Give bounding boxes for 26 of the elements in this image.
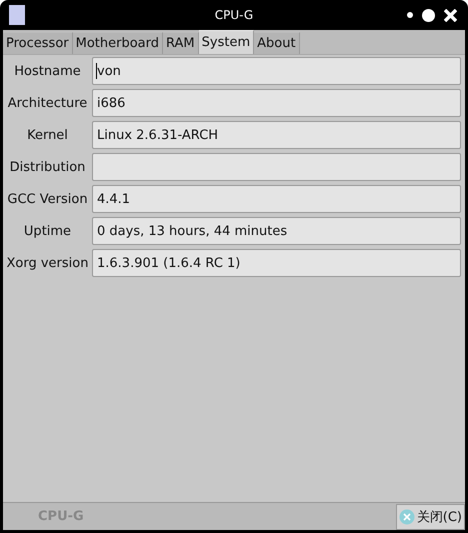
text-field[interactable]: 4.4.1 [92, 185, 461, 213]
tab[interactable]: System [198, 30, 254, 54]
close-icon [398, 508, 415, 524]
field-label: Hostname [13, 64, 82, 78]
window-title: CPU-G [214, 8, 254, 22]
text-field[interactable]: von [92, 57, 461, 85]
text-field[interactable]: 0 days, 13 hours, 44 minutes [92, 217, 461, 245]
text-field[interactable]: Linux 2.6.31-ARCH [92, 121, 461, 149]
document-icon [9, 5, 25, 25]
tab[interactable]: About [254, 32, 300, 54]
field-label: Xorg version [6, 256, 90, 270]
tab[interactable]: Motherboard [72, 32, 164, 54]
tab[interactable]: RAM [163, 32, 199, 54]
text-field[interactable]: i686 [92, 89, 461, 117]
maximize-icon[interactable] [422, 8, 435, 22]
text-field[interactable]: 1.6.3.901 (1.6.4 RC 1) [92, 249, 461, 277]
tab[interactable]: Processor [3, 32, 73, 54]
minimize-icon[interactable] [407, 12, 413, 18]
field-label: Kernel [26, 128, 69, 142]
text-field[interactable] [92, 153, 461, 181]
field-label: Distribution [8, 160, 86, 174]
close-icon[interactable] [444, 8, 457, 22]
close-button[interactable]: 关闭(C) [396, 504, 465, 530]
field-label: Architecture [6, 96, 88, 110]
field-label: Uptime [22, 224, 72, 238]
field-label: GCC Version [6, 192, 89, 206]
